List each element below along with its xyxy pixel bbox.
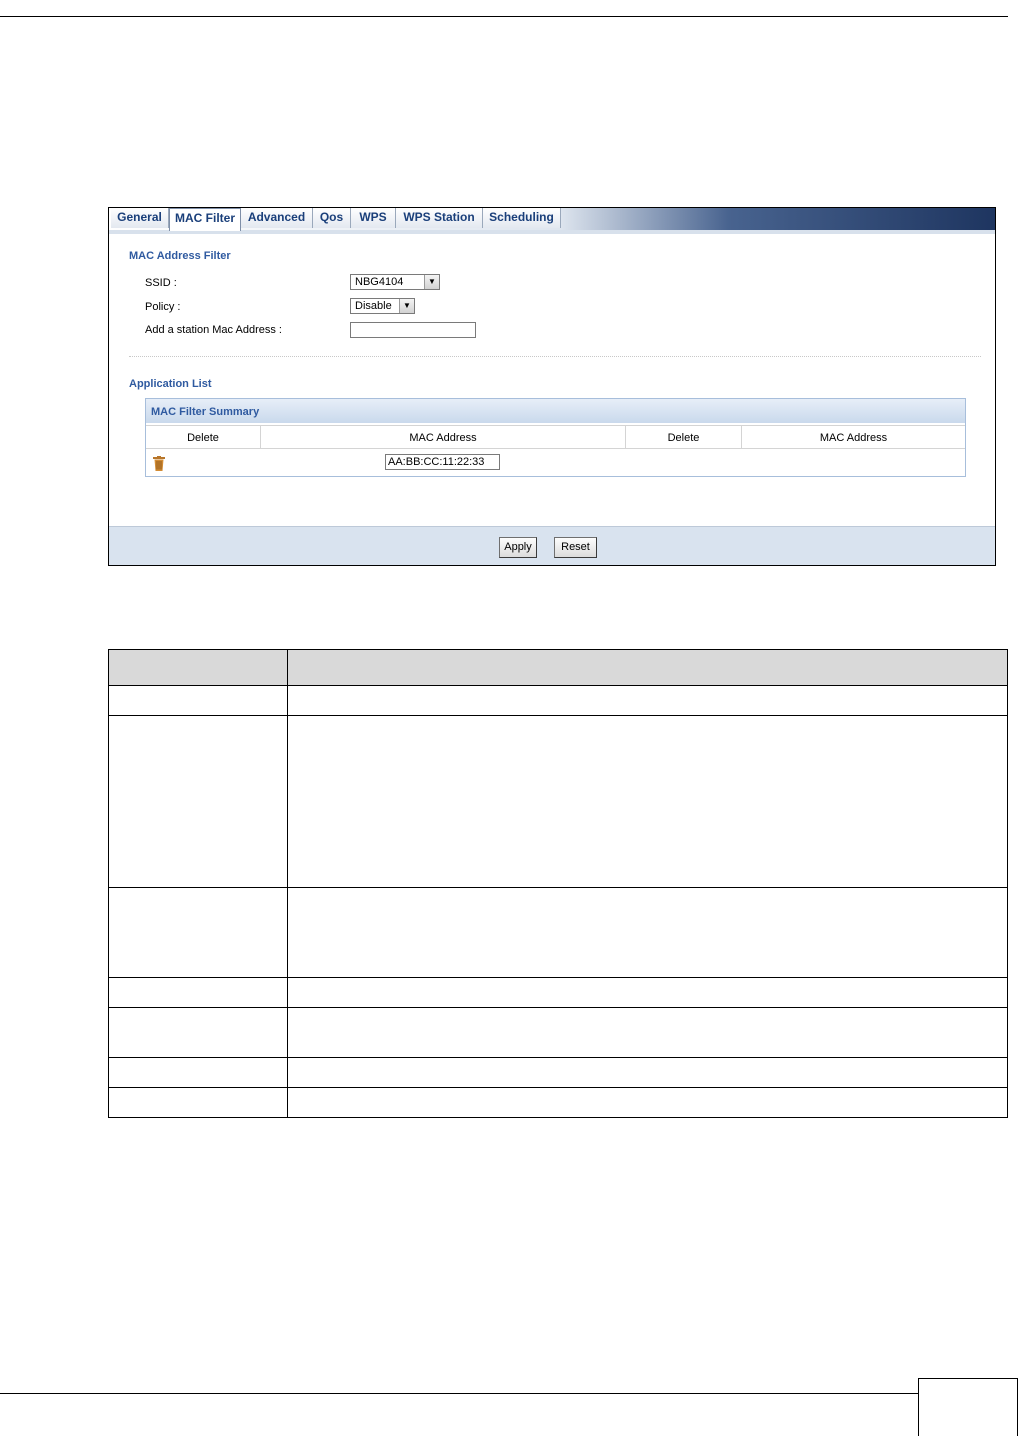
mac-address-field[interactable]: AA:BB:CC:11:22:33 <box>385 454 500 470</box>
table-row <box>108 1007 1008 1058</box>
table-cell <box>287 1007 1008 1058</box>
table-cell <box>108 887 288 978</box>
table-cell <box>108 685 288 716</box>
table-row <box>108 715 1008 888</box>
add-mac-input[interactable] <box>350 322 476 338</box>
column-header-mac-address: MAC Address <box>261 425 626 449</box>
tab-wps[interactable]: WPS <box>351 208 396 228</box>
table-row <box>108 685 1008 716</box>
summary-header: MAC Filter Summary <box>146 399 965 423</box>
table-cell <box>287 649 1008 686</box>
header-rule <box>0 16 1008 17</box>
trash-icon[interactable] <box>153 456 165 471</box>
table-row <box>108 1087 1008 1118</box>
table-header-row <box>108 649 1008 686</box>
ssid-value: NBG4104 <box>355 276 404 288</box>
table-row <box>108 977 1008 1008</box>
reset-button[interactable]: Reset <box>554 537 597 558</box>
tab-wps-station[interactable]: WPS Station <box>396 208 483 228</box>
add-mac-label: Add a station Mac Address : <box>145 324 282 336</box>
policy-select[interactable]: Disable ▼ <box>350 298 415 314</box>
table-row <box>108 887 1008 978</box>
tab-advanced[interactable]: Advanced <box>241 208 313 228</box>
policy-value: Disable <box>355 300 392 312</box>
table-cell <box>287 887 1008 978</box>
table-cell <box>287 977 1008 1008</box>
tab-underline <box>109 230 995 234</box>
chevron-down-icon[interactable]: ▼ <box>399 299 414 313</box>
policy-label: Policy : <box>145 301 181 313</box>
tab-scheduling[interactable]: Scheduling <box>483 208 561 228</box>
table-cell <box>287 1087 1008 1118</box>
table-cell <box>287 685 1008 716</box>
section-divider <box>129 356 981 357</box>
mac-filter-screen: General MAC Filter Advanced Qos WPS WPS … <box>108 207 996 566</box>
chevron-down-icon[interactable]: ▼ <box>424 275 439 289</box>
apply-button[interactable]: Apply <box>499 537 537 558</box>
table-cell <box>108 1057 288 1088</box>
table-cell <box>287 1057 1008 1088</box>
mac-filter-summary-table: MAC Filter Summary Delete MAC Address De… <box>145 398 966 477</box>
table-cell <box>287 715 1008 888</box>
tab-general[interactable]: General <box>111 208 169 228</box>
table-cell <box>108 715 288 888</box>
table-cell <box>108 1007 288 1058</box>
page-number-box <box>918 1378 1018 1436</box>
field-description-table <box>108 649 1008 1118</box>
table-cell <box>108 1087 288 1118</box>
column-header-delete-2: Delete <box>626 425 742 449</box>
tab-qos[interactable]: Qos <box>313 208 351 228</box>
footer-rule <box>0 1393 918 1394</box>
column-header-delete: Delete <box>146 425 261 449</box>
table-cell <box>108 649 288 686</box>
application-list-title: Application List <box>129 378 212 390</box>
table-row <box>108 1057 1008 1088</box>
ssid-label: SSID : <box>145 277 177 289</box>
button-bar: Apply Reset <box>109 526 995 565</box>
tab-mac-filter[interactable]: MAC Filter <box>169 208 241 231</box>
ssid-select[interactable]: NBG4104 ▼ <box>350 274 440 290</box>
table-cell <box>108 977 288 1008</box>
column-header-mac-address-2: MAC Address <box>742 425 965 449</box>
summary-title: MAC Filter Summary <box>151 406 260 418</box>
mac-address-filter-title: MAC Address Filter <box>129 250 231 262</box>
